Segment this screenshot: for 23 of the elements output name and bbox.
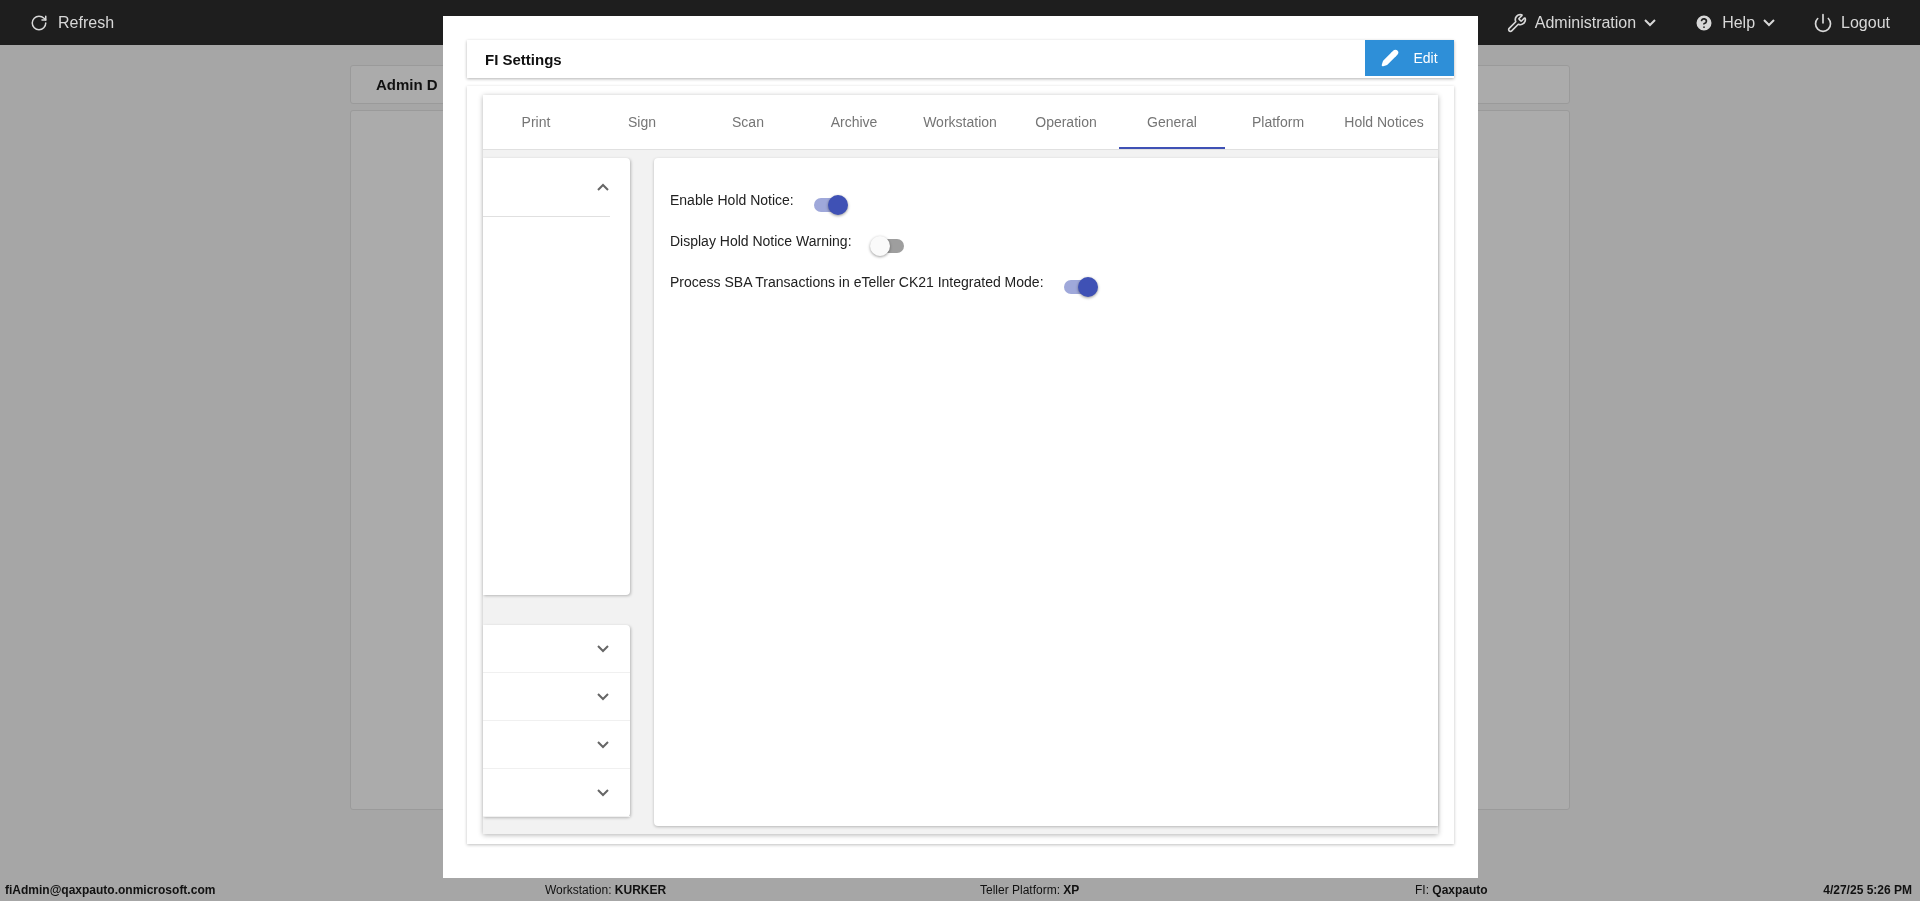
toggle-switch[interactable]: [869, 236, 906, 256]
tab[interactable]: General: [1119, 95, 1225, 149]
power-icon: [1813, 12, 1834, 33]
wrench-icon: [1506, 12, 1527, 33]
edit-button[interactable]: Edit: [1365, 40, 1454, 76]
menu-button[interactable]: Help: [1694, 12, 1776, 33]
card-title: Admin D: [376, 76, 438, 93]
refresh-button[interactable]: Refresh: [30, 13, 115, 32]
workstation-info: Workstation: KURKER: [545, 883, 668, 897]
date-time: 4/27/25 5:26 PM: [1823, 883, 1912, 897]
platform-info: Teller Platform: XP: [980, 883, 1081, 897]
setting-label: Enable Hold Notice:: [670, 192, 794, 208]
menu-button[interactable]: Administration: [1506, 12, 1657, 33]
refresh-icon: [30, 13, 48, 32]
setting-label: Display Hold Notice Warning:: [670, 233, 852, 249]
menu-button[interactable]: Logout: [1813, 12, 1890, 33]
tab[interactable]: Print: [483, 95, 589, 149]
fi-info: FI: Qaxpauto: [1415, 883, 1489, 897]
user-email: fiAdmin@qaxpauto.onmicrosoft.com: [5, 883, 217, 897]
help-icon: [1694, 12, 1715, 33]
pencil-icon: [1381, 49, 1400, 67]
dialog-title: FI Settings: [485, 50, 562, 68]
setting-label: Process SBA Transactions in eTeller CK21 Integrated Mode:: [670, 274, 1044, 290]
